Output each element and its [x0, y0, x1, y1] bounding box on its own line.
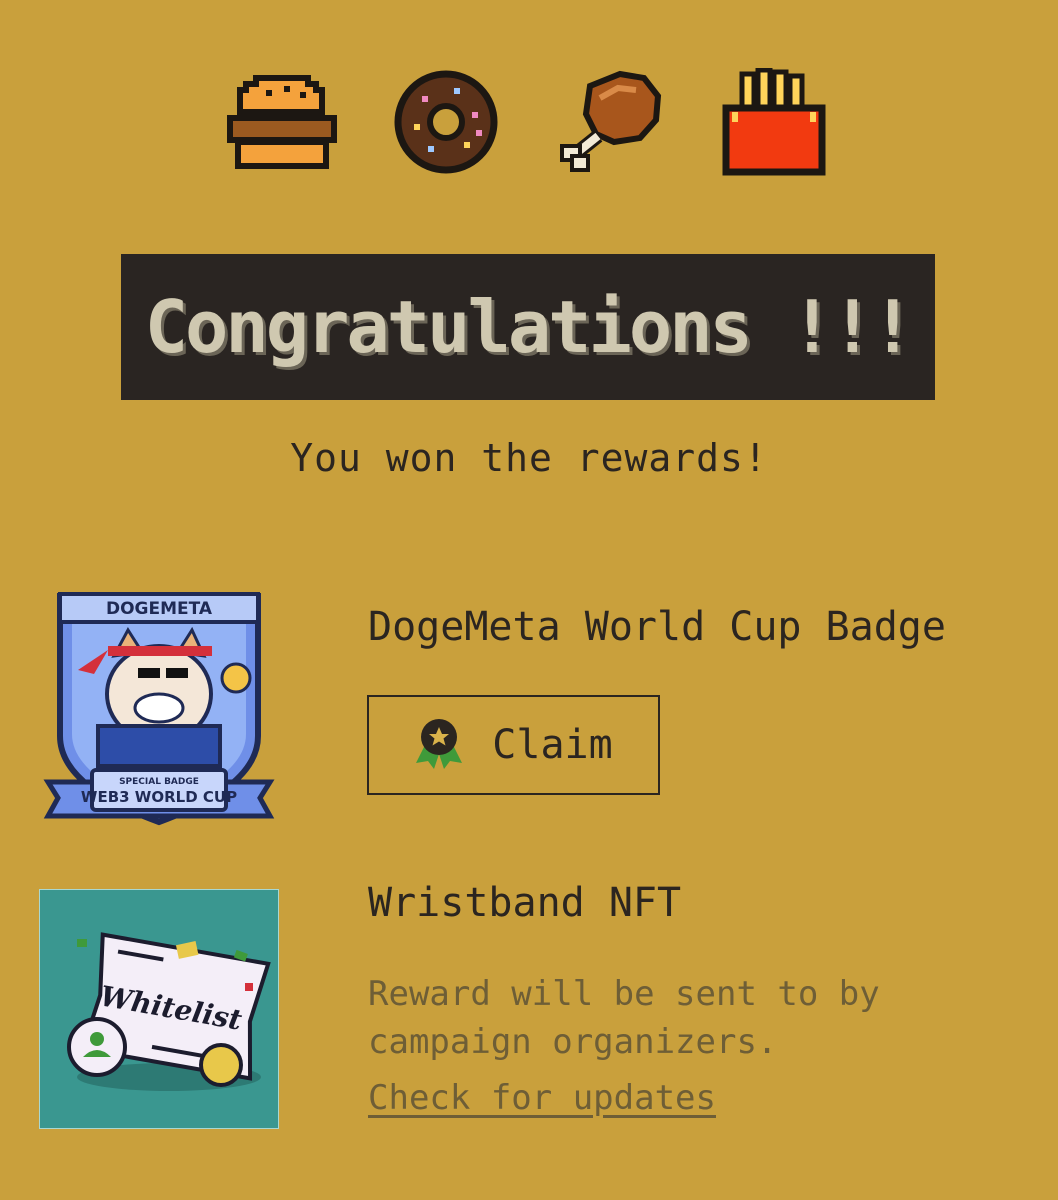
congratulations-banner: Congratulations !!! [121, 254, 935, 400]
badge-ribbon-text: WEB3 WORLD CUP [81, 788, 237, 806]
dogemeta-badge-image: DOGEMETA SPECIAL BADGE WEB3 WORLD CUP [38, 586, 280, 832]
badge-top-text: DOGEMETA [106, 599, 213, 619]
check-for-updates-link[interactable]: Check for updates [368, 1078, 716, 1118]
banner-title: Congratulations !!! [144, 285, 915, 369]
reward-note: Reward will be sent to by campaign organ… [368, 974, 880, 1062]
claim-button-label: Claim [492, 722, 613, 768]
burger-icon [226, 68, 338, 172]
subtitle: You won the rewards! [290, 436, 768, 480]
claim-button[interactable]: Claim [367, 695, 660, 795]
reward-title-wristband: Wristband NFT [368, 880, 682, 926]
whitelist-nft-image: Whitelist [38, 888, 280, 1133]
chicken-leg-icon [556, 68, 666, 176]
badge-ribbon-small-text: SPECIAL BADGE [119, 777, 199, 787]
food-icon-row [0, 68, 1058, 180]
donut-icon [392, 68, 500, 176]
reward-title-badge: DogeMeta World Cup Badge [368, 604, 946, 650]
fries-icon [720, 68, 828, 176]
award-icon [414, 717, 464, 773]
